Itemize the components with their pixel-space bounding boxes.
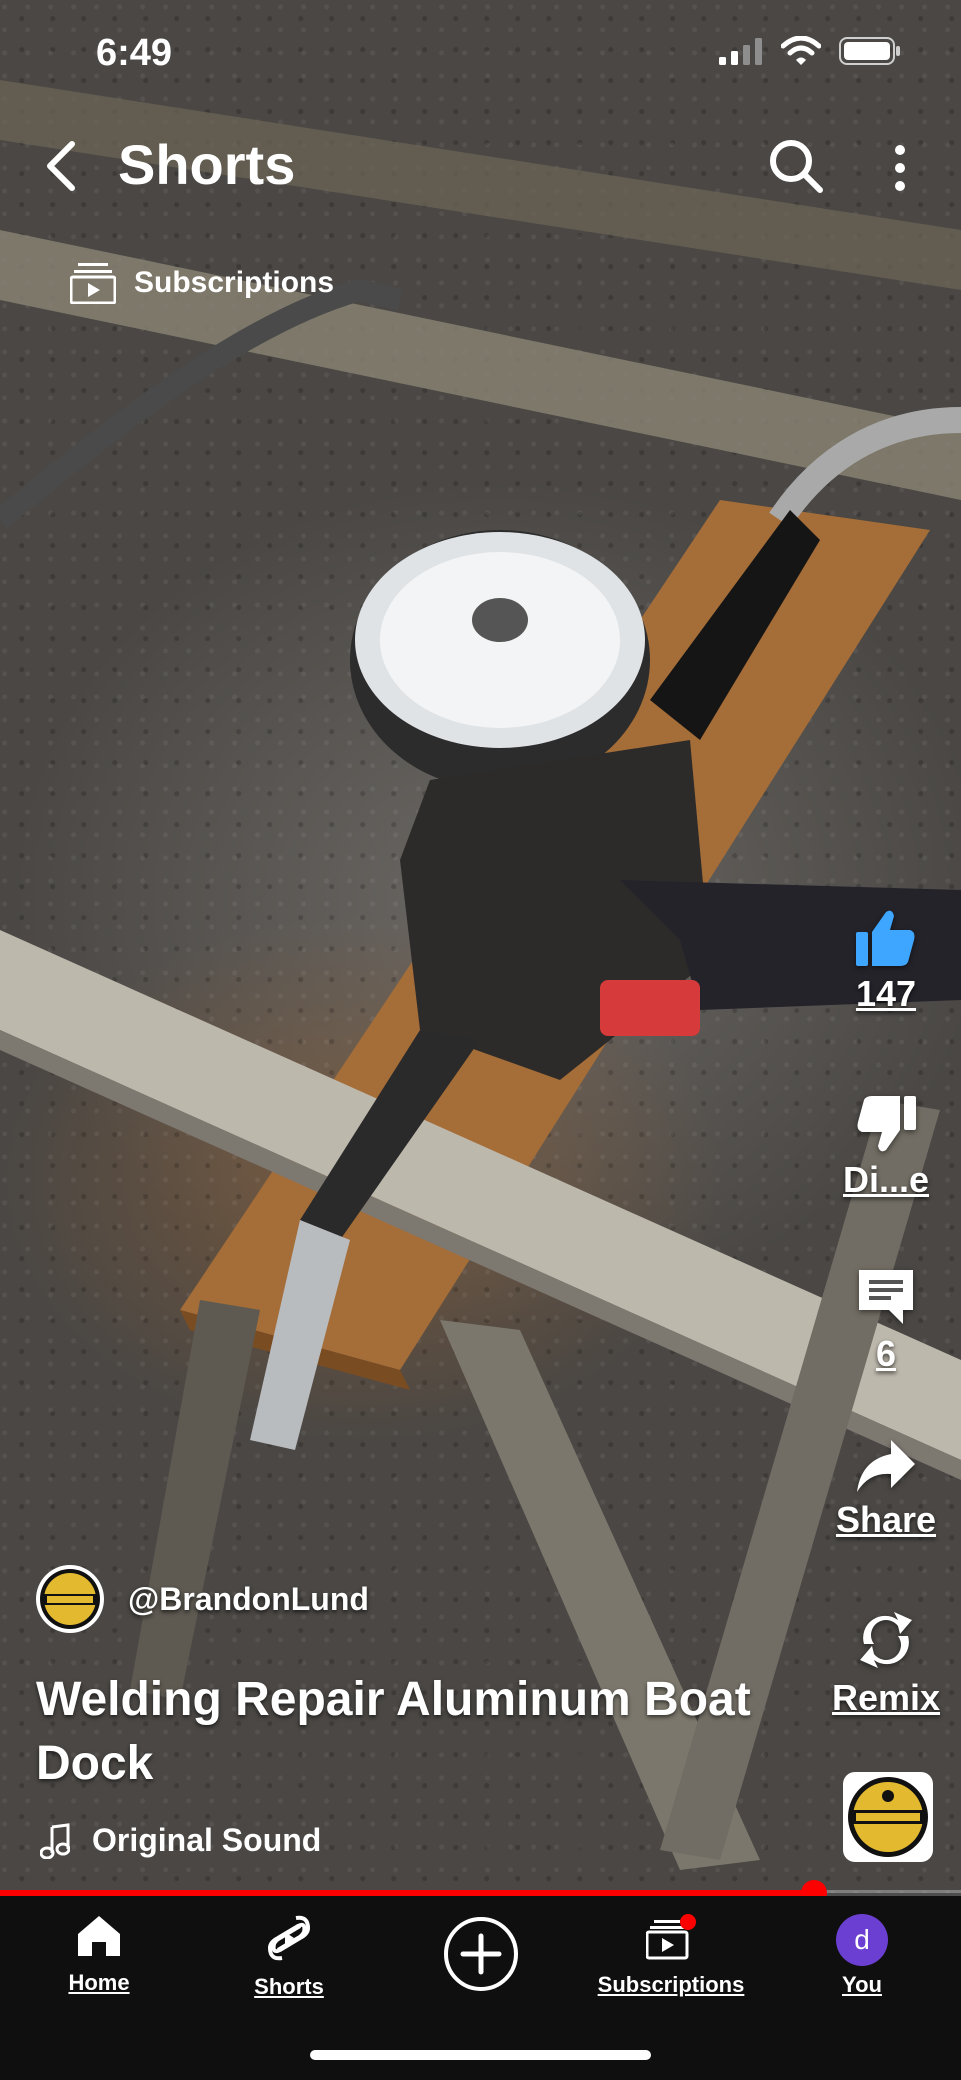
- wifi-icon: [781, 36, 821, 65]
- battery-icon: [839, 37, 900, 65]
- comments-button[interactable]: 6: [816, 1266, 956, 1375]
- remix-button[interactable]: Remix: [816, 1608, 956, 1719]
- share-label: Share: [835, 1499, 937, 1540]
- top-bar: Shorts: [0, 120, 961, 220]
- create-icon: [444, 1917, 518, 1991]
- remix-icon: [860, 1612, 912, 1668]
- nav-shorts[interactable]: Shorts: [244, 1914, 334, 2000]
- subscriptions-icon: [70, 263, 116, 304]
- nav-home-label: Home: [68, 1970, 130, 1995]
- notification-dot: [680, 1914, 696, 1930]
- home-indicator[interactable]: [310, 2050, 651, 2060]
- status-time: 6:49: [96, 32, 173, 74]
- shorts-icon: [267, 1915, 311, 1961]
- nav-you[interactable]: d You: [822, 1914, 902, 1998]
- status-bar: 6:49: [0, 0, 961, 100]
- sound-thumbnail[interactable]: [843, 1772, 933, 1862]
- share-button[interactable]: Share: [816, 1438, 956, 1541]
- cellular-signal-icon: [719, 38, 762, 65]
- like-count: 147: [855, 973, 917, 1014]
- lund-diy-builds-logo: [40, 1569, 100, 1629]
- channel-handle[interactable]: @BrandonLund: [128, 1581, 369, 1618]
- nav-shorts-label: Shorts: [254, 1974, 324, 1999]
- video-title[interactable]: Welding Repair Aluminum Boat Dock: [36, 1668, 816, 1796]
- subscriptions-icon: [645, 1914, 696, 1960]
- more-options-icon[interactable]: [880, 138, 920, 198]
- nav-you-label: You: [842, 1972, 882, 1997]
- nav-create[interactable]: [440, 1916, 522, 1998]
- sound-label: Original Sound: [92, 1822, 322, 1858]
- share-icon: [857, 1440, 915, 1492]
- dislike-label: Di...e: [842, 1159, 930, 1200]
- thumbs-up-icon: [856, 910, 915, 966]
- like-button[interactable]: 147: [816, 908, 956, 1015]
- back-icon[interactable]: [38, 138, 88, 194]
- page-title: Shorts: [118, 133, 296, 196]
- lund-diy-builds-logo: [848, 1777, 928, 1857]
- thumbs-down-icon: [857, 1096, 916, 1152]
- music-note-icon: [40, 1822, 70, 1859]
- comment-icon: [859, 1270, 913, 1324]
- channel-info[interactable]: @BrandonLund: [36, 1565, 369, 1633]
- subscriptions-filter-button[interactable]: Subscriptions: [52, 248, 354, 318]
- channel-avatar[interactable]: [36, 1565, 104, 1633]
- account-avatar-letter: d: [854, 1924, 870, 1955]
- home-icon: [78, 1916, 120, 1956]
- sound-link[interactable]: Original Sound: [40, 1822, 321, 1859]
- status-icons: [719, 36, 901, 66]
- nav-subscriptions-label: Subscriptions: [597, 1972, 745, 1997]
- account-avatar: d: [836, 1914, 888, 1966]
- remix-label: Remix: [831, 1677, 941, 1718]
- search-icon[interactable]: [766, 136, 826, 196]
- comment-count: 6: [875, 1333, 897, 1374]
- subscriptions-filter-label: Subscriptions: [134, 266, 335, 299]
- nav-subscriptions[interactable]: Subscriptions: [596, 1914, 746, 1998]
- nav-home[interactable]: Home: [54, 1914, 144, 1996]
- dislike-button[interactable]: Di...e: [816, 1094, 956, 1201]
